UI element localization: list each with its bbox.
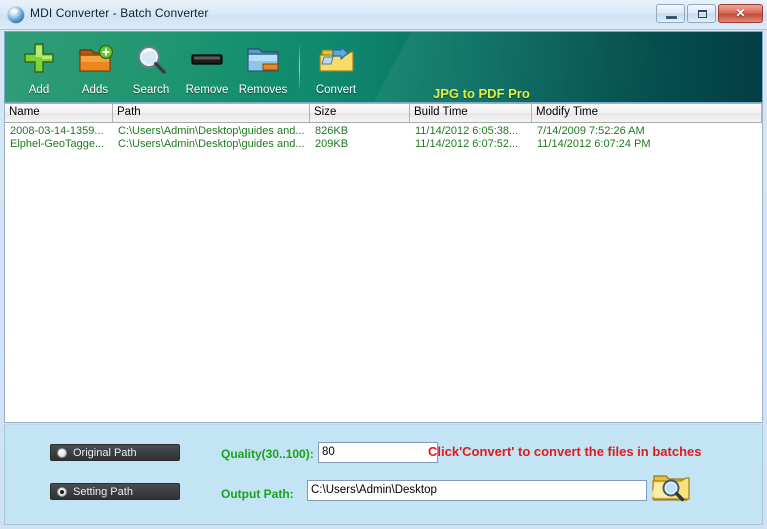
column-header-size[interactable]: Size — [310, 104, 410, 122]
convert-hint-text: Click'Convert' to convert the files in b… — [428, 444, 702, 459]
folder-remove-icon — [235, 38, 291, 84]
search-button[interactable]: Search — [123, 32, 179, 102]
output-path-label: Output Path: — [221, 487, 294, 501]
close-button[interactable]: ✕ — [718, 4, 763, 23]
quality-input[interactable]: 80 — [318, 442, 438, 463]
browse-folder-button[interactable] — [651, 471, 690, 504]
quality-label: Quality(30..100): — [221, 447, 314, 461]
remove-button[interactable]: Remove — [179, 32, 235, 102]
folder-add-icon — [67, 38, 123, 84]
cell-build-time: 11/14/2012 6:05:38... — [415, 125, 519, 137]
cell-modify-time: 11/14/2012 6:07:24 PM — [537, 138, 651, 150]
magnifier-icon — [123, 38, 179, 84]
file-list-body: 2008-03-14-1359... C:\Users\Admin\Deskto… — [5, 123, 762, 151]
globe-icon — [8, 7, 24, 23]
cell-path: C:\Users\Admin\Desktop\guides and... — [118, 138, 305, 150]
toolbar: Add Adds Search Remove Removes Convert J… — [4, 31, 763, 103]
window-title: MDI Converter - Batch Converter — [30, 6, 209, 20]
maximize-button[interactable] — [687, 4, 716, 23]
file-list[interactable]: Name Path Size Build Time Modify Time 20… — [4, 103, 763, 423]
radio-original-path[interactable]: Original Path — [50, 444, 180, 461]
radio-dot-icon — [57, 487, 67, 497]
column-header-build-time[interactable]: Build Time — [410, 104, 532, 122]
minus-bar-icon — [179, 38, 235, 84]
cell-build-time: 11/14/2012 6:07:52... — [415, 138, 519, 150]
cell-modify-time: 7/14/2009 7:52:26 AM — [537, 125, 645, 137]
add-button[interactable]: Add — [11, 32, 67, 102]
column-header-path[interactable]: Path — [113, 104, 310, 122]
adds-button-label: Adds — [81, 84, 109, 96]
output-path-input[interactable]: C:\Users\Admin\Desktop — [307, 480, 647, 501]
column-header-name[interactable]: Name — [5, 104, 113, 122]
radio-setting-path[interactable]: Setting Path — [50, 483, 180, 500]
convert-button[interactable]: Convert — [308, 32, 364, 102]
cell-name: 2008-03-14-1359... — [10, 125, 104, 137]
brand-label: JPG to PDF Pro — [433, 86, 530, 101]
cell-size: 209KB — [315, 138, 349, 150]
remove-button-label: Remove — [185, 84, 229, 96]
radio-original-path-label: Original Path — [73, 447, 137, 459]
toolbar-buttons: Add Adds Search Remove Removes Convert — [11, 32, 364, 102]
cell-size: 826KB — [315, 125, 349, 137]
table-row[interactable]: Elphel-GeoTagge... C:\Users\Admin\Deskto… — [5, 138, 762, 151]
removes-button[interactable]: Removes — [235, 32, 291, 102]
title-bar: MDI Converter - Batch Converter ✕ — [0, 0, 767, 30]
radio-setting-path-label: Setting Path — [73, 486, 133, 498]
cell-path: C:\Users\Admin\Desktop\guides and... — [118, 125, 305, 137]
folder-search-icon — [651, 475, 690, 502]
folder-convert-icon — [308, 38, 364, 84]
minimize-icon — [666, 16, 677, 19]
settings-panel: Original Path Setting Path Quality(30..1… — [4, 424, 763, 525]
minimize-button[interactable] — [656, 4, 685, 23]
close-icon: ✕ — [735, 6, 746, 20]
removes-button-label: Removes — [238, 84, 288, 96]
adds-button[interactable]: Adds — [67, 32, 123, 102]
cell-name: Elphel-GeoTagge... — [10, 138, 105, 150]
application-window: MDI Converter - Batch Converter ✕ Add Ad… — [0, 0, 767, 529]
window-controls: ✕ — [656, 4, 763, 23]
radio-dot-icon — [57, 448, 67, 458]
column-header-modify-time[interactable]: Modify Time — [532, 104, 762, 122]
toolbar-separator — [299, 44, 300, 90]
add-button-label: Add — [28, 84, 50, 96]
convert-button-label: Convert — [315, 84, 357, 96]
search-button-label: Search — [132, 84, 170, 96]
maximize-icon — [698, 10, 707, 18]
table-row[interactable]: 2008-03-14-1359... C:\Users\Admin\Deskto… — [5, 125, 762, 138]
file-list-header: Name Path Size Build Time Modify Time — [5, 104, 762, 123]
plus-icon — [11, 38, 67, 84]
